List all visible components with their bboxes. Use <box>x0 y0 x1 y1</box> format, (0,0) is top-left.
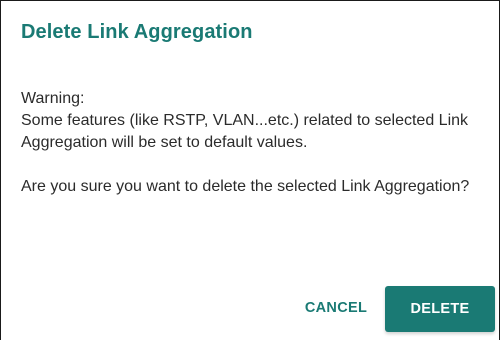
dialog-body: Warning: Some features (like RSTP, VLAN.… <box>21 88 491 198</box>
delete-button[interactable]: DELETE <box>385 286 495 332</box>
delete-link-aggregation-dialog: Delete Link Aggregation Warning: Some fe… <box>0 0 500 340</box>
cancel-button[interactable]: CANCEL <box>297 286 375 330</box>
confirm-message: Are you sure you want to delete the sele… <box>21 178 470 195</box>
warning-label: Warning: <box>21 90 85 107</box>
warning-message: Some features (like RSTP, VLAN...etc.) r… <box>21 112 469 151</box>
dialog-title: Delete Link Aggregation <box>21 21 253 43</box>
